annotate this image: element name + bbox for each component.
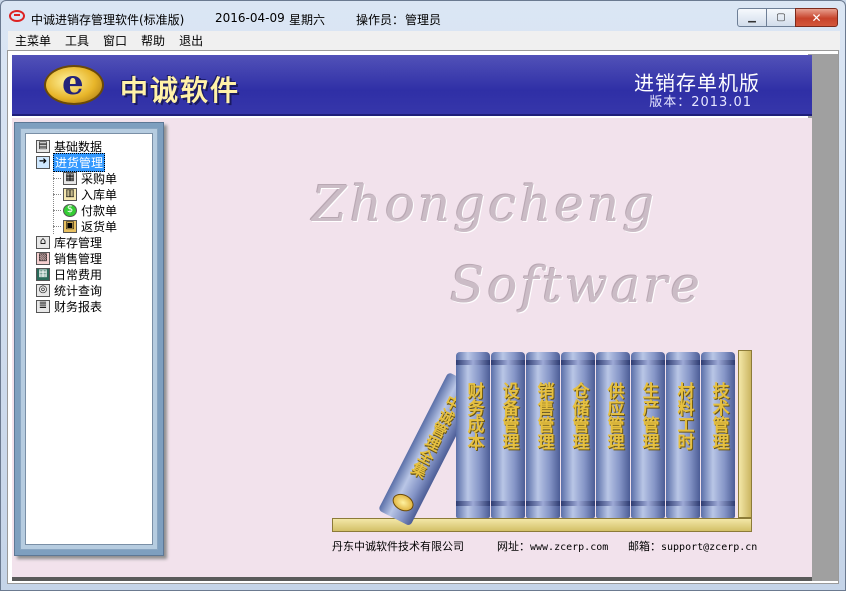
email-label: 邮箱： xyxy=(628,540,661,553)
tree-item-stock-in[interactable]: ▥ 入库单 xyxy=(63,186,118,202)
search-doc-icon: ◎ xyxy=(36,283,50,297)
menu-exit[interactable]: 退出 xyxy=(172,32,210,49)
tree-connector xyxy=(53,210,61,211)
bookshelf-base xyxy=(332,518,752,532)
menu-help[interactable]: 帮助 xyxy=(134,32,172,49)
book-spine-title: 仓储管理 xyxy=(568,382,589,450)
tree-item-purchase-management[interactable]: ➜ 进货管理 xyxy=(36,152,106,172)
close-button[interactable]: ✕ xyxy=(795,8,838,27)
warehouse-in-icon: ▥ xyxy=(63,187,77,201)
sales-icon: ▧ xyxy=(36,251,50,265)
title-bar[interactable]: 中诚进销存管理软件(标准版) 2016-04-09 星期六 操作员： 管理员 ▁… xyxy=(1,1,845,31)
navigation-panel-frame: ▤ 基础数据 ➜ 进货管理 ▦ 采购单 ▥ 入库单 $ 付款单 ▣ 返货单 ⌂ … xyxy=(20,128,158,550)
tree-item-sales[interactable]: ▧ 销售管理 xyxy=(36,250,103,266)
database-icon: ▤ xyxy=(36,139,50,153)
watermark-line-1: Zhongcheng xyxy=(312,175,658,233)
book-spine: 设备管理 xyxy=(491,352,525,518)
operator-name: 管理员 xyxy=(405,13,442,27)
tree-item-finance-report[interactable]: ≣ 财务报表 xyxy=(36,298,103,314)
menu-main[interactable]: 主菜单 xyxy=(8,32,58,49)
watermark-line-2: Software xyxy=(450,256,704,314)
tree-item-inventory[interactable]: ⌂ 库存管理 xyxy=(36,234,103,250)
tree-item-label: 销售管理 xyxy=(54,251,103,266)
header-banner: 中诚软件 进销存单机版 版本：2013.01 xyxy=(12,55,812,116)
purchase-icon: ➜ xyxy=(36,155,50,169)
book-spine: 技术管理 xyxy=(701,352,735,518)
email-address[interactable]: support@zcerp.cn xyxy=(661,542,757,553)
tree-item-label: 入库单 xyxy=(81,187,118,202)
window-controls: ▁ ▢ ✕ xyxy=(737,8,838,27)
email-info: 邮箱：support@zcerp.cn xyxy=(628,538,757,554)
return-box-icon: ▣ xyxy=(63,219,77,233)
menu-window[interactable]: 窗口 xyxy=(96,32,134,49)
tree-item-label: 返货单 xyxy=(81,219,118,234)
tree-item-label: 财务报表 xyxy=(54,299,103,314)
window-title: 中诚进销存管理软件(标准版) xyxy=(31,13,185,27)
book-spine-title: 供应管理 xyxy=(603,382,624,450)
book-spine-title: 技术管理 xyxy=(708,382,729,450)
book-logo-icon xyxy=(389,490,417,515)
tree-item-label: 统计查询 xyxy=(54,283,103,298)
menu-tools[interactable]: 工具 xyxy=(58,32,96,49)
tree-item-purchase-order[interactable]: ▦ 采购单 xyxy=(63,170,118,186)
company-name: 丹东中诚软件技术有限公司 xyxy=(332,540,464,553)
money-bag-icon: $ xyxy=(63,203,77,217)
minimize-button[interactable]: ▁ xyxy=(737,8,767,27)
book-spine-title: 销售管理 xyxy=(533,382,554,450)
tree-item-label: 日常费用 xyxy=(54,267,103,282)
book-spine: 生产管理 xyxy=(631,352,665,518)
tree-item-return[interactable]: ▣ 返货单 xyxy=(63,218,118,234)
navigation-panel: ▤ 基础数据 ➜ 进货管理 ▦ 采购单 ▥ 入库单 $ 付款单 ▣ 返货单 ⌂ … xyxy=(14,122,164,556)
book-spine-title: 财务成本 xyxy=(463,382,484,450)
tree-item-label: 库存管理 xyxy=(54,235,103,250)
bookshelf-side xyxy=(738,350,752,518)
website-url[interactable]: www.zcerp.com xyxy=(530,542,608,553)
weekday-text: 星期六 xyxy=(289,13,326,27)
operator-label: 操作员： xyxy=(356,13,405,27)
book-spine-title: 生产管理 xyxy=(638,382,659,450)
book-spine-title: 材料工时 xyxy=(673,382,694,450)
menu-bar: 主菜单 工具 窗口 帮助 退出 xyxy=(8,31,840,50)
navigation-tree[interactable]: ▤ 基础数据 ➜ 进货管理 ▦ 采购单 ▥ 入库单 $ 付款单 ▣ 返货单 ⌂ … xyxy=(25,133,153,545)
tree-item-label: 付款单 xyxy=(81,203,118,218)
book-spine-title: 设备管理 xyxy=(498,382,519,450)
website-info: 网址：www.zcerp.com xyxy=(497,538,608,554)
book-spine: 销售管理 xyxy=(526,352,560,518)
brand-name: 中诚软件 xyxy=(120,74,241,107)
version-text: 版本：2013.01 xyxy=(649,95,752,110)
order-icon: ▦ xyxy=(63,171,77,185)
tree-connector xyxy=(53,194,61,195)
book-spine: 供应管理 xyxy=(596,352,630,518)
book-spine: 财务成本 xyxy=(456,352,490,518)
tree-connector xyxy=(53,226,61,227)
bank-icon: ⌂ xyxy=(36,235,50,249)
tree-connector xyxy=(53,178,61,179)
website-label: 网址： xyxy=(497,540,530,553)
app-logo-icon[interactable] xyxy=(9,10,25,22)
report-icon: ≣ xyxy=(36,299,50,313)
tree-item-label: 采购单 xyxy=(81,171,118,186)
date-text: 2016-04-09 xyxy=(215,11,285,25)
tree-item-daily-expenses[interactable]: ▦ 日常费用 xyxy=(36,266,103,282)
calculator-icon: ▦ xyxy=(36,267,50,281)
bottom-divider xyxy=(12,577,812,581)
book-spine: 仓储管理 xyxy=(561,352,595,518)
company-logo-icon xyxy=(44,63,104,105)
tree-item-statistics[interactable]: ◎ 统计查询 xyxy=(36,282,103,298)
book-spine: 材料工时 xyxy=(666,352,700,518)
mdi-background xyxy=(808,54,838,581)
maximize-button[interactable]: ▢ xyxy=(766,8,796,27)
tree-item-payment[interactable]: $ 付款单 xyxy=(63,202,118,218)
